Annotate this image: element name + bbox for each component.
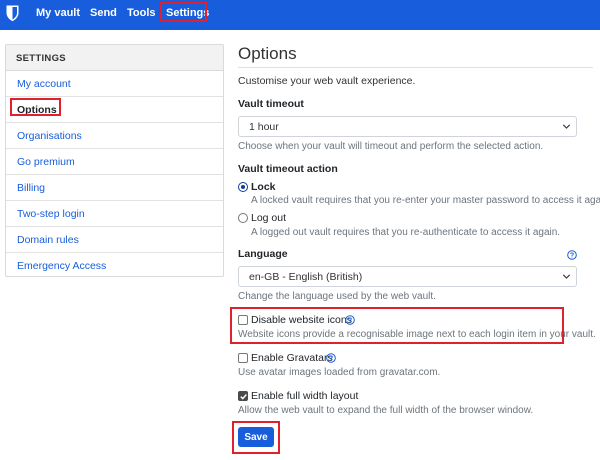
timeout-action-label: Vault timeout action [238,163,338,175]
highlight-box-options [10,98,61,116]
nav-send[interactable]: Send [90,7,117,20]
nav-tools[interactable]: Tools [127,7,156,20]
page-title: Options [238,44,297,63]
vault-timeout-select[interactable]: 1 hour [238,116,577,137]
language-help: Change the language used by the web vaul… [238,291,436,302]
title-divider [238,67,593,68]
gravatars-label: Enable Gravatars [251,352,333,364]
chevron-down-icon [562,124,571,129]
gravatars-checkbox[interactable] [238,353,248,363]
sidebar-item-two-step-login[interactable]: Two-step login [6,201,223,227]
sidebar-item-go-premium[interactable]: Go premium [6,149,223,175]
lock-help: A locked vault requires that you re-ente… [251,195,600,206]
full-width-label: Enable full width layout [251,390,359,402]
sidebar-item-label: Billing [17,182,46,194]
lock-radio[interactable] [238,182,248,192]
highlight-box-disable-icons [230,307,564,344]
gravatars-help: Use avatar images loaded from gravatar.c… [238,367,441,378]
page-subtitle: Customise your web vault experience. [238,75,416,87]
sidebar-item-label: Go premium [17,156,75,168]
vault-timeout-value: 1 hour [249,121,279,133]
checkmark-icon [240,394,247,400]
sidebar-item-my-account[interactable]: My account [6,71,223,97]
sidebar-item-domain-rules[interactable]: Domain rules [6,227,223,253]
svg-text:?: ? [570,253,574,260]
vault-timeout-label: Vault timeout [238,98,304,110]
sidebar-item-label: Two-step login [17,208,85,220]
logout-radio-label: Log out [251,212,287,224]
sidebar-item-organisations[interactable]: Organisations [6,123,223,149]
question-circle-icon[interactable]: ? [326,353,336,363]
language-select[interactable]: en-GB - English (British) [238,266,577,287]
highlight-box-save [232,421,280,454]
sidebar-item-label: Emergency Access [17,260,107,272]
full-width-checkbox[interactable] [238,391,248,401]
sidebar-header: SETTINGS [6,45,223,71]
chevron-down-icon [562,274,571,279]
sidebar-header-label: SETTINGS [16,53,66,64]
lock-radio-label: Lock [251,181,276,193]
logout-radio[interactable] [238,213,248,223]
vault-timeout-help: Choose when your vault will timeout and … [238,141,544,152]
sidebar-item-label: Domain rules [17,234,79,246]
sidebar-item-label: Organisations [17,130,82,142]
settings-sidebar: SETTINGS My account Options Organisation… [5,44,224,277]
svg-text:?: ? [329,356,333,363]
bitwarden-shield-logo-icon[interactable] [6,5,19,22]
sidebar-item-emergency-access[interactable]: Emergency Access [6,253,223,279]
sidebar-item-billing[interactable]: Billing [6,175,223,201]
logout-help: A logged out vault requires that you re-… [251,227,561,238]
highlight-box-settings [160,2,207,22]
nav-my-vault[interactable]: My vault [36,7,80,20]
sidebar-item-label: My account [17,78,71,90]
full-width-help: Allow the web vault to expand the full w… [238,405,534,416]
top-navbar: My vault Send Tools Settings [0,0,600,30]
language-value: en-GB - English (British) [249,271,363,283]
question-circle-icon[interactable]: ? [567,250,577,260]
language-label: Language [238,248,288,260]
